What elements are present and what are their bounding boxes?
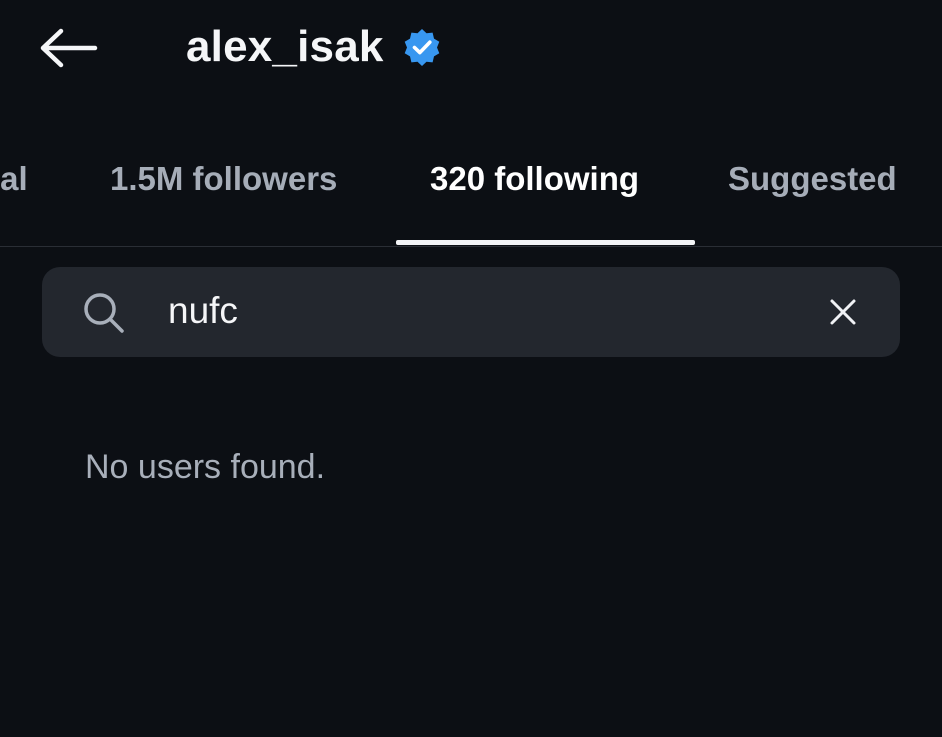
close-icon bbox=[830, 299, 856, 325]
search-bar[interactable] bbox=[42, 267, 900, 357]
clear-search-button[interactable] bbox=[824, 293, 862, 331]
no-results-message: No users found. bbox=[85, 448, 326, 486]
search-icon bbox=[82, 291, 126, 335]
profile-title: alex_isak bbox=[186, 18, 442, 76]
tab-following[interactable]: 320 following bbox=[430, 160, 639, 198]
search-input[interactable] bbox=[168, 283, 808, 339]
arrow-left-icon bbox=[40, 28, 98, 68]
verified-badge-icon bbox=[402, 27, 442, 67]
tabs-divider bbox=[0, 246, 942, 247]
tab-mutual[interactable]: ual bbox=[0, 160, 28, 198]
back-button[interactable] bbox=[34, 22, 102, 74]
username: alex_isak bbox=[186, 22, 384, 71]
tab-followers[interactable]: 1.5M followers bbox=[110, 160, 337, 198]
active-tab-indicator bbox=[396, 240, 695, 245]
header: alex_isak bbox=[0, 0, 942, 100]
follow-tabs: ual 1.5M followers 320 following Suggest… bbox=[0, 140, 942, 248]
tab-suggested[interactable]: Suggested bbox=[728, 160, 897, 198]
